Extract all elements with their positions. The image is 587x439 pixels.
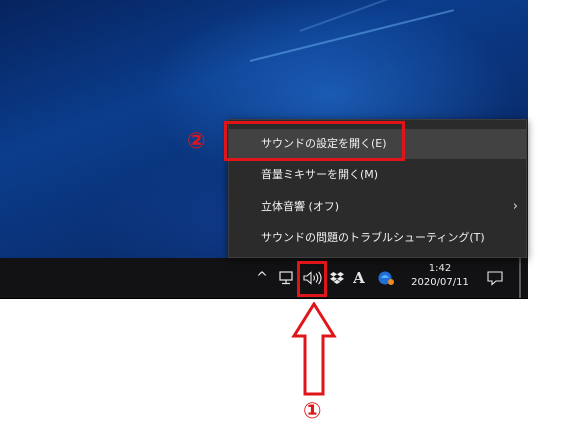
menu-item-label: サウンドの問題のトラブルシューティング(T) xyxy=(261,231,485,244)
up-arrow-annotation xyxy=(291,302,337,396)
menu-item-label: 立体音響 (オフ) xyxy=(261,200,340,213)
step2-label: ② xyxy=(187,129,206,154)
menu-item-spatial-sound[interactable]: 立体音響 (オフ) › xyxy=(229,192,526,222)
app-icon[interactable] xyxy=(374,258,398,298)
clock-date: 2020/07/11 xyxy=(411,277,469,288)
tray-chevron-label: ^ xyxy=(256,270,268,286)
chevron-up-icon[interactable]: ^ xyxy=(253,258,271,298)
dropbox-icon[interactable] xyxy=(328,258,346,298)
show-desktop-divider[interactable] xyxy=(519,258,521,298)
menu-item-open-volume-mixer[interactable]: 音量ミキサーを開く(M) xyxy=(229,160,526,190)
wallpaper-light-streak xyxy=(249,9,455,62)
ime-indicator-label: A xyxy=(353,269,365,287)
chevron-right-icon: › xyxy=(512,199,518,214)
action-center-icon[interactable] xyxy=(484,258,506,298)
network-icon[interactable] xyxy=(276,258,298,298)
step1-label: ① xyxy=(303,399,322,424)
taskbar-clock[interactable]: 1:42 2020/07/11 xyxy=(404,258,476,298)
ime-icon[interactable]: A xyxy=(350,258,368,298)
menu-item-label: 音量ミキサーを開く(M) xyxy=(261,168,379,181)
clock-time: 1:42 xyxy=(428,263,452,274)
menu-item-troubleshoot-sound[interactable]: サウンドの問題のトラブルシューティング(T) xyxy=(229,223,526,253)
highlight-box-step1 xyxy=(297,261,327,297)
highlight-box-step2 xyxy=(224,121,405,161)
